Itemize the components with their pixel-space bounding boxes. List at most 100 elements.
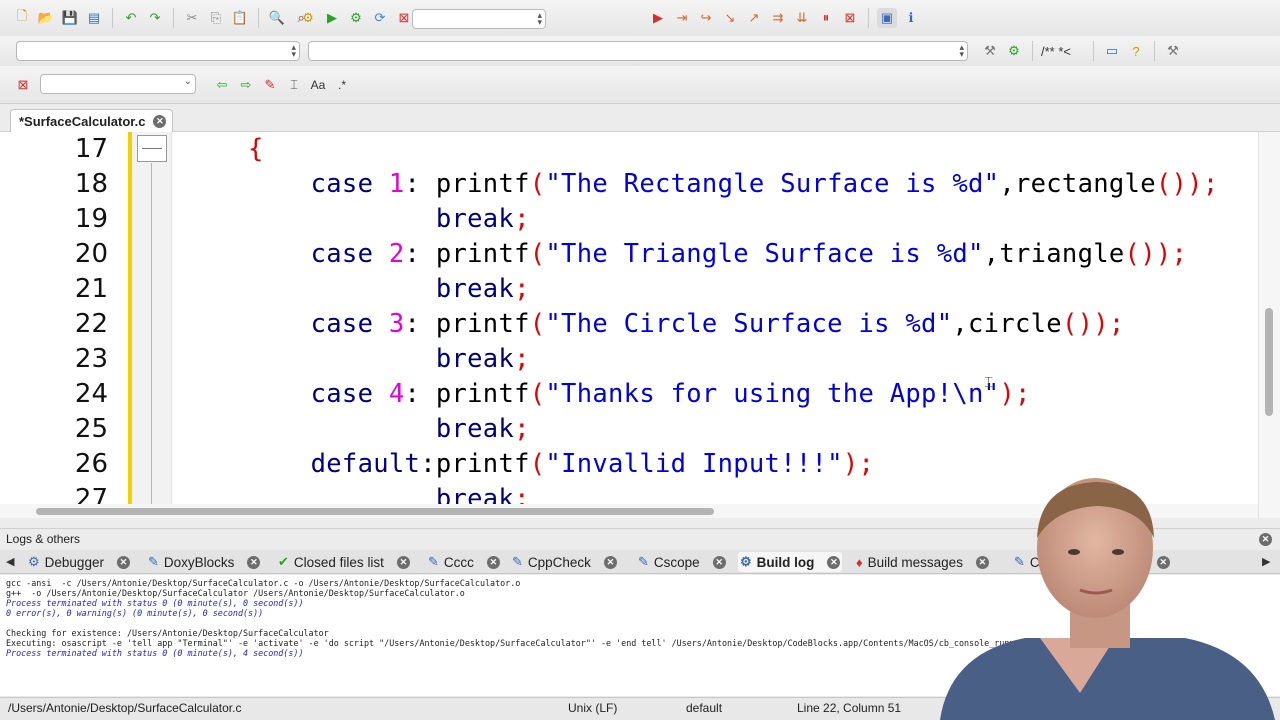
- code-token: ;: [514, 204, 530, 234]
- line-number: 20: [74, 239, 108, 269]
- build-icon[interactable]: ⚙: [298, 8, 318, 28]
- paste-icon[interactable]: 📋: [230, 8, 250, 28]
- doxy-wizard-icon[interactable]: ⚒: [980, 41, 1000, 61]
- log-tab-cscope[interactable]: ✎ Cscope ✕: [636, 552, 728, 572]
- find-previous-icon[interactable]: ⇦: [212, 75, 232, 95]
- code-token: ;: [514, 344, 530, 374]
- log-tab-doxyblocks[interactable]: ✎ DoxyBlocks ✕: [146, 552, 262, 572]
- log-tab-label: Cccc: [443, 554, 474, 570]
- step-out-icon[interactable]: ↗: [744, 8, 764, 28]
- scroll-thumb[interactable]: [1265, 308, 1273, 416]
- code-token: case: [248, 379, 389, 409]
- rebuild-icon[interactable]: ⟳: [370, 8, 390, 28]
- code-token: case: [248, 169, 389, 199]
- build-target-combo[interactable]: ▴ ▾: [412, 9, 546, 29]
- close-icon[interactable]: ✕: [827, 555, 841, 569]
- code-token: ;: [858, 449, 875, 479]
- code-token: case: [248, 309, 389, 339]
- step-into-instruction-icon[interactable]: ⇊: [792, 8, 812, 28]
- code-token: "The Triangle Surface is %d": [545, 239, 984, 269]
- code-line: {: [248, 132, 264, 167]
- fold-margin: [132, 132, 172, 504]
- cut-icon[interactable]: ✂: [182, 8, 202, 28]
- next-line-icon[interactable]: ↪: [696, 8, 716, 28]
- run-icon[interactable]: ▶: [322, 8, 342, 28]
- run-to-cursor-icon[interactable]: ⇥: [672, 8, 692, 28]
- clear-search-icon[interactable]: ⊠: [13, 75, 33, 95]
- scope-combo[interactable]: ▴ ▾: [16, 41, 300, 61]
- code-token: : printf: [404, 239, 530, 269]
- break-icon[interactable]: ⏸: [816, 8, 836, 28]
- line-number: 21: [74, 274, 108, 304]
- search-toolbar: ⊠ ⌄ ⇦ ⇨ ✎ ⌶ Aa .*: [0, 66, 1280, 104]
- doxy-extract-icon[interactable]: ⚙: [1004, 41, 1024, 61]
- debug-icon[interactable]: ▶: [648, 8, 668, 28]
- doxy-prefs-icon[interactable]: ⚒: [1163, 41, 1183, 61]
- code-token: ,triangle: [983, 239, 1125, 269]
- debug-windows-icon[interactable]: ▣: [877, 8, 897, 28]
- close-icon[interactable]: ✕: [153, 114, 167, 128]
- code-token: ()): [1155, 169, 1203, 199]
- code-line: case 1: printf("The Rectangle Surface is…: [248, 167, 1219, 202]
- code-token: ()): [1124, 239, 1172, 269]
- code-token: (: [529, 169, 546, 199]
- close-icon[interactable]: ✕: [603, 555, 617, 569]
- search-actions: ⇦ ⇨ ✎ ⌶ Aa .*: [212, 75, 352, 95]
- highlight-icon[interactable]: ✎: [260, 75, 280, 95]
- open-icon[interactable]: 📂: [36, 8, 56, 28]
- code-token: break: [248, 484, 515, 504]
- line-number: 17: [74, 134, 108, 164]
- match-case-button[interactable]: Aa: [308, 75, 328, 95]
- doxy-html-icon[interactable]: ▭: [1102, 41, 1122, 61]
- code-token: ;: [1171, 239, 1188, 269]
- close-icon[interactable]: ✕: [116, 555, 130, 569]
- log-tab-cppcheck[interactable]: ✎ CppCheck ✕: [510, 552, 619, 572]
- redo-icon[interactable]: ↷: [145, 8, 165, 28]
- new-file-icon[interactable]: 🗋: [12, 8, 32, 28]
- scroll-left-icon[interactable]: ◀: [6, 555, 14, 568]
- stop-debug-icon[interactable]: ⊠: [840, 8, 860, 28]
- info-icon[interactable]: ℹ: [901, 8, 921, 28]
- logs-panel-title: Logs & others: [6, 532, 81, 546]
- fold-marker-icon[interactable]: [137, 135, 167, 162]
- save-icon[interactable]: 💾: [60, 8, 80, 28]
- separator: [868, 8, 869, 28]
- close-icon[interactable]: ✕: [712, 555, 726, 569]
- scroll-thumb[interactable]: [36, 508, 714, 515]
- tab-surfacecalculator[interactable]: *SurfaceCalculator.c ✕: [10, 109, 174, 132]
- selected-text-icon[interactable]: ⌶: [284, 75, 304, 95]
- build-run-icon[interactable]: ⚙: [346, 8, 366, 28]
- find-icon[interactable]: 🔍: [267, 8, 287, 28]
- code-editor[interactable]: { case 1: printf("The Rectangle Surface …: [0, 132, 1258, 504]
- abort-icon[interactable]: ⊠: [394, 8, 414, 28]
- function-combo[interactable]: ▴ ▾: [308, 41, 968, 61]
- code-token: (: [529, 379, 546, 409]
- doxy-help-icon[interactable]: ?: [1126, 41, 1146, 61]
- regex-button[interactable]: .*: [332, 75, 352, 95]
- code-line: break;: [248, 272, 530, 307]
- log-tab-label: Closed files list: [293, 554, 384, 570]
- editor-vertical-scrollbar[interactable]: [1258, 132, 1280, 518]
- log-tab-closed-files-list[interactable]: ✔ Closed files list ✕: [276, 552, 412, 572]
- step-into-icon[interactable]: ↘: [720, 8, 740, 28]
- line-number: 19: [74, 204, 108, 234]
- close-icon[interactable]: ✕: [396, 555, 410, 569]
- editor-tab-strip: *SurfaceCalculator.c ✕: [0, 104, 1280, 132]
- close-icon[interactable]: ✕: [486, 555, 500, 569]
- code-token: ;: [1202, 169, 1219, 199]
- code-token: case: [248, 239, 389, 269]
- save-all-icon[interactable]: ▤: [84, 8, 104, 28]
- log-tab-debugger[interactable]: ⚙ Debugger ✕: [26, 552, 132, 572]
- log-tab-build-log[interactable]: ⚙ Build log ✕: [738, 552, 843, 572]
- undo-icon[interactable]: ↶: [121, 8, 141, 28]
- code-token: ;: [514, 484, 530, 504]
- code-token: ,rectangle: [999, 169, 1156, 199]
- search-combo[interactable]: ⌄: [40, 74, 196, 94]
- close-icon[interactable]: ✕: [247, 555, 261, 569]
- doxy-comment-button[interactable]: /** *<: [1041, 44, 1085, 59]
- log-tab-cccc[interactable]: ✎ Cccc ✕: [426, 552, 502, 572]
- copy-icon[interactable]: ⎘: [206, 8, 226, 28]
- log-tab-label: Build log: [756, 554, 815, 570]
- find-next-icon[interactable]: ⇨: [236, 75, 256, 95]
- next-instruction-icon[interactable]: ⇉: [768, 8, 788, 28]
